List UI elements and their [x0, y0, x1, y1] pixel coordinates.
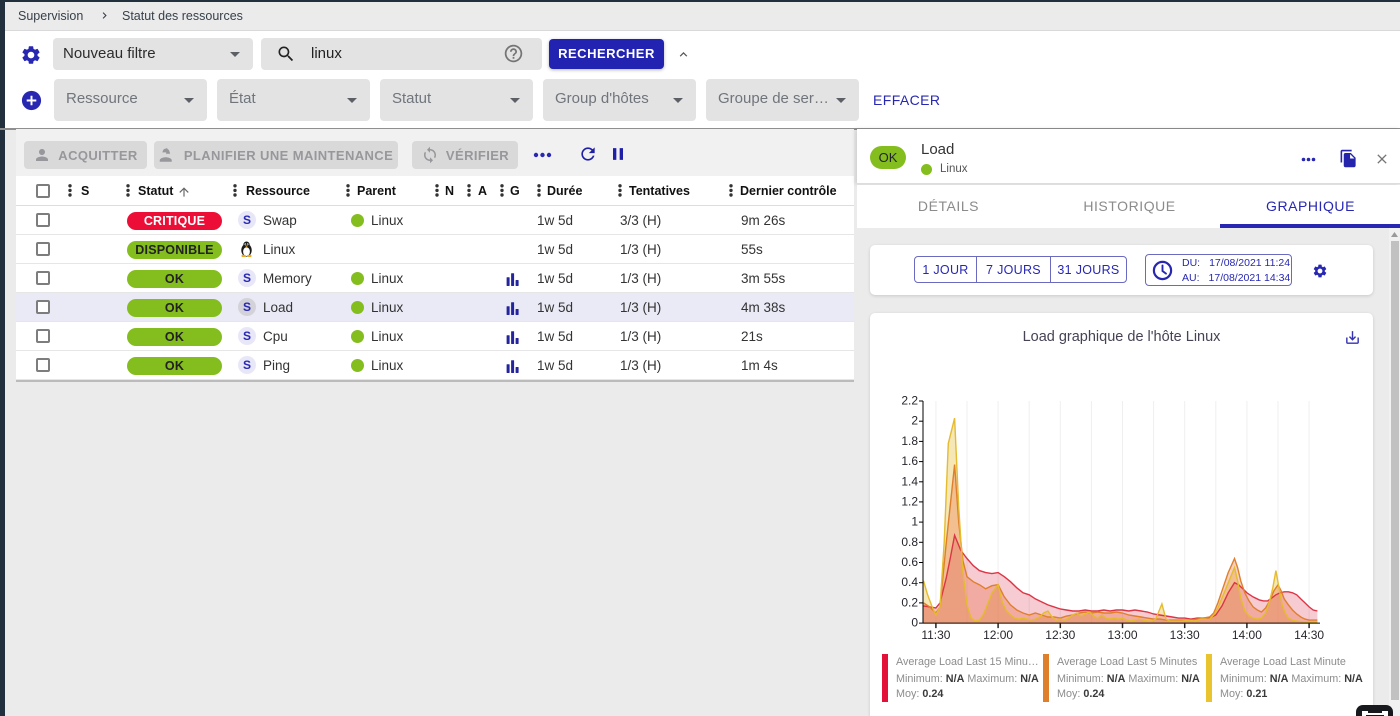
svg-text:0.2: 0.2: [901, 595, 918, 609]
svg-text:1.2: 1.2: [901, 494, 918, 508]
svg-text:1.6: 1.6: [901, 454, 918, 468]
svg-text:12:30: 12:30: [1045, 628, 1075, 642]
svg-text:2: 2: [911, 414, 918, 428]
svg-text:1.8: 1.8: [901, 434, 918, 448]
svg-text:0.6: 0.6: [901, 555, 918, 569]
svg-text:14:00: 14:00: [1232, 628, 1262, 642]
svg-text:13:00: 13:00: [1107, 628, 1137, 642]
svg-text:0.8: 0.8: [901, 535, 918, 549]
svg-text:14:30: 14:30: [1294, 628, 1324, 642]
svg-text:0: 0: [911, 616, 918, 630]
svg-text:1: 1: [911, 515, 918, 529]
svg-text:0.4: 0.4: [901, 575, 918, 589]
svg-text:1.4: 1.4: [901, 474, 918, 488]
svg-text:11:30: 11:30: [921, 628, 950, 642]
svg-text:12:00: 12:00: [983, 628, 1013, 642]
svg-text:2.2: 2.2: [901, 394, 918, 408]
svg-text:13:30: 13:30: [1170, 628, 1200, 642]
